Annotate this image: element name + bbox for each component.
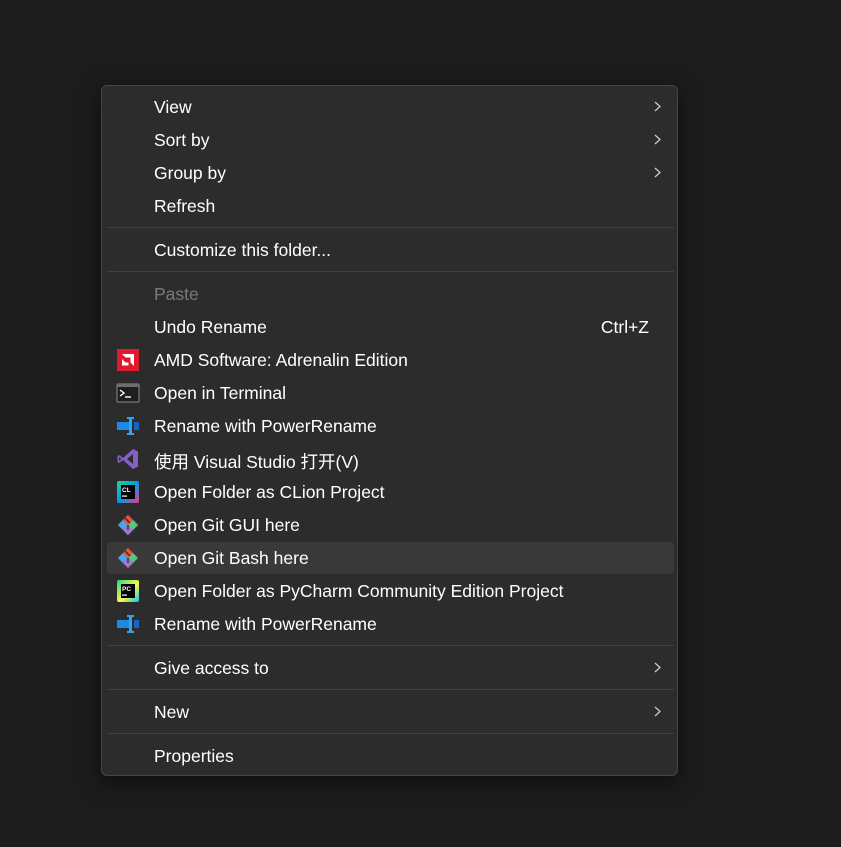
menu-item-properties[interactable]: Properties [107,740,674,772]
pycharm-icon: PC [117,580,139,602]
menu-item-rename-with-powerrename-2-label: Rename with PowerRename [154,614,377,634]
menu-separator [107,645,674,646]
menu-item-open-with-visual-studio-label: 使用 Visual Studio 打开(V) [154,452,359,472]
git-icon [117,514,139,536]
menu-item-customize-folder[interactable]: Customize this folder... [107,234,674,266]
menu-item-group-by-label: Group by [154,163,226,183]
menu-item-open-in-terminal-label: Open in Terminal [154,383,286,403]
menu-item-sort-by[interactable]: Sort by [107,124,674,156]
clion-icon-text: CL [122,487,131,494]
menu-item-give-access-to-label: Give access to [154,658,269,678]
menu-item-open-git-bash-here[interactable]: Open Git Bash here [107,542,674,574]
menu-item-paste: Paste [107,278,674,310]
menu-item-open-folder-as-pycharm-project-label: Open Folder as PyCharm Community Edition… [154,581,564,601]
menu-item-open-in-terminal[interactable]: Open in Terminal [107,377,674,409]
git-icon [117,547,139,569]
menu-separator [107,271,674,272]
menu-item-group-by[interactable]: Group by [107,157,674,189]
menu-item-sort-by-label: Sort by [154,130,210,150]
context-menu: View Sort by Group by Refresh Customize … [101,85,678,776]
menu-item-undo-rename[interactable]: Undo Rename Ctrl+Z [107,311,674,343]
menu-item-new[interactable]: New [107,696,674,728]
pycharm-icon-text: PC [122,586,131,593]
powerrename-icon [117,615,139,633]
menu-separator [107,733,674,734]
menu-item-amd-software[interactable]: AMD Software: Adrenalin Edition [107,344,674,376]
menu-item-rename-with-powerrename-label: Rename with PowerRename [154,416,377,436]
menu-item-open-git-bash-here-label: Open Git Bash here [154,548,309,568]
menu-item-amd-software-label: AMD Software: Adrenalin Edition [154,350,408,370]
menu-item-paste-label: Paste [154,284,199,304]
amd-icon [117,349,139,371]
menu-item-rename-with-powerrename[interactable]: Rename with PowerRename [107,410,674,442]
visual-studio-icon [117,449,138,469]
menu-item-view-label: View [154,97,192,117]
menu-item-open-git-gui-here[interactable]: Open Git GUI here [107,509,674,541]
menu-item-give-access-to[interactable]: Give access to [107,652,674,684]
menu-item-open-git-gui-here-label: Open Git GUI here [154,515,300,535]
undo-shortcut: Ctrl+Z [600,317,649,337]
menu-separator [107,689,674,690]
menu-item-open-folder-as-clion-project[interactable]: CL Open Folder as CLion Project [107,476,674,508]
menu-separator [107,227,674,228]
menu-item-open-with-visual-studio[interactable]: 使用 Visual Studio 打开(V) [107,443,674,475]
menu-item-refresh[interactable]: Refresh [107,190,674,222]
menu-item-open-folder-as-pycharm-project[interactable]: PC Open Folder as PyCharm Community Edit… [107,575,674,607]
chevron-right-icon [654,662,661,673]
chevron-right-icon [654,134,661,145]
menu-item-refresh-label: Refresh [154,196,216,216]
menu-item-rename-with-powerrename-2[interactable]: Rename with PowerRename [107,608,674,640]
chevron-right-icon [654,706,661,717]
powerrename-icon [117,417,139,435]
chevron-right-icon [654,167,661,178]
menu-item-open-folder-as-clion-project-label: Open Folder as CLion Project [154,482,385,502]
chevron-right-icon [654,101,661,112]
menu-item-new-label: New [154,702,190,722]
clion-icon: CL [117,481,139,503]
menu-item-view[interactable]: View [107,91,674,123]
terminal-icon [116,383,140,403]
menu-item-undo-rename-label: Undo Rename [154,317,267,337]
menu-item-customize-folder-label: Customize this folder... [154,240,332,260]
menu-item-properties-label: Properties [154,746,234,766]
